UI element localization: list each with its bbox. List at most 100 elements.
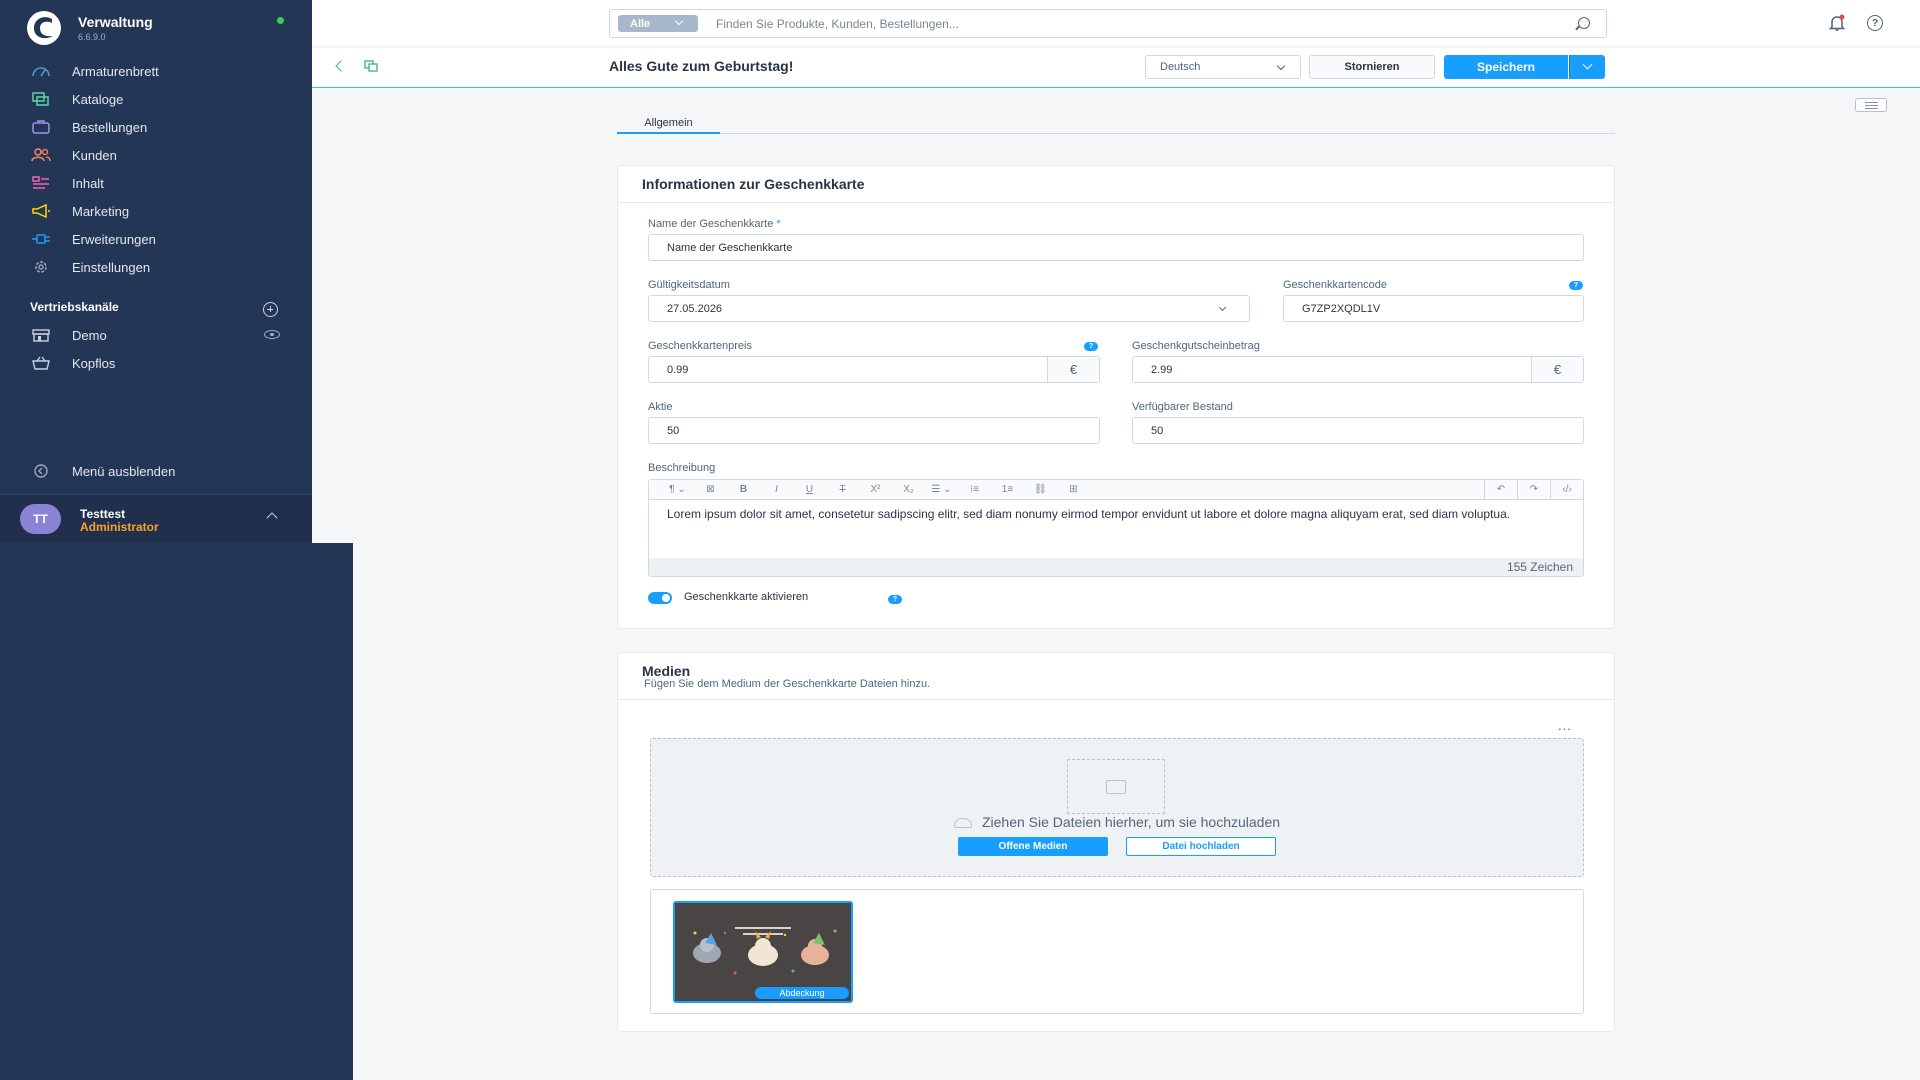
upload-file-button[interactable]: Datei hochladen — [1126, 837, 1276, 856]
main-nav: Armaturenbrett Kataloge Bestellungen Kun… — [0, 57, 312, 281]
subscript-button[interactable]: X₂ — [892, 484, 925, 495]
description-text[interactable]: Lorem ipsum dolor sit amet, consetetur s… — [649, 500, 1583, 558]
bold-button[interactable]: B — [727, 484, 760, 495]
avatar: TT — [20, 504, 61, 534]
table-button[interactable]: ⊞ — [1057, 484, 1090, 495]
sidebar-item-label: Kunden — [72, 147, 117, 163]
sidebar-item-catalogs[interactable]: Kataloge — [0, 85, 312, 113]
save-options-button[interactable] — [1569, 55, 1605, 79]
more-options-icon[interactable]: ... — [1558, 718, 1572, 733]
catalog-icon — [30, 91, 52, 107]
sidebar-toggle-icon[interactable] — [1855, 98, 1887, 112]
shopware-logo-icon — [27, 11, 61, 45]
app-title: Verwaltung — [78, 14, 153, 30]
sidebar-item-content[interactable]: Inhalt — [0, 169, 312, 197]
price-field[interactable]: 0.99 € — [648, 356, 1100, 383]
sales-channel-headless[interactable]: Kopflos — [30, 355, 115, 371]
app-version: 6.6.9.0 — [78, 32, 106, 42]
brand[interactable]: Verwaltung 6.6.9.0 — [26, 10, 153, 46]
add-sales-channel-icon[interactable] — [263, 302, 278, 317]
link-button[interactable]: ⛓ — [1024, 484, 1057, 495]
user-menu[interactable]: TT Testtest Administrator — [0, 494, 312, 543]
help-icon[interactable]: ? — [1867, 15, 1883, 31]
eye-icon[interactable] — [264, 330, 280, 339]
sidebar-item-marketing[interactable]: Marketing — [0, 197, 312, 225]
stock-field[interactable]: 50 — [648, 417, 1100, 444]
tab-general[interactable]: Allgemein — [617, 113, 720, 134]
media-title: Medien — [618, 653, 1614, 700]
valid-until-field[interactable]: 27.05.2026 — [648, 295, 1250, 322]
underline-button[interactable]: U — [793, 484, 826, 495]
available-stock-field[interactable]: 50 — [1132, 417, 1584, 444]
insert-image-button[interactable]: ⊠ — [694, 484, 727, 495]
paragraph-format-button[interactable]: ¶ ⌄ — [661, 484, 694, 495]
search-type-label: Alle — [630, 17, 651, 30]
code-view-button[interactable]: ‹/› — [1550, 480, 1583, 499]
editor-toolbar: ¶ ⌄ ⊠ B I U T X² X₂ ☰ ⌄ ⁝≡ 1≡ ⛓ ⊞ ↶ ↷ ‹/… — [649, 480, 1583, 500]
name-label: Name der Geschenkkarte * — [648, 218, 781, 230]
media-thumbnail[interactable]: Abdeckung — [673, 901, 853, 1003]
sidebar-item-label: Kataloge — [72, 91, 124, 107]
activate-label: Geschenkkarte aktivieren — [684, 591, 809, 603]
collapse-icon — [30, 463, 52, 479]
help-icon[interactable]: ? — [1569, 281, 1583, 290]
gauge-icon — [30, 63, 52, 79]
name-field[interactable]: Name der Geschenkkarte — [648, 234, 1584, 261]
cover-badge[interactable]: Abdeckung — [755, 987, 849, 999]
status-indicator — [277, 17, 284, 24]
stock-label: Aktie — [648, 401, 673, 413]
undo-button[interactable]: ↶ — [1484, 480, 1517, 499]
chevron-down-icon — [1218, 303, 1227, 312]
code-label: Geschenkkartencode — [1283, 279, 1387, 291]
smart-bar: Alles Gute zum Geburtstag! Deutsch Storn… — [312, 48, 1920, 88]
align-button[interactable]: ☰ ⌄ — [925, 484, 958, 495]
sidebar-item-label: Bestellungen — [72, 119, 148, 135]
search-input[interactable]: Finden Sie Produkte, Kunden, Bestellunge… — [716, 17, 959, 31]
media-subtitle: Fügen Sie dem Medium der Geschenkkarte D… — [644, 678, 931, 690]
valid-until-value: 27.05.2026 — [667, 302, 723, 315]
description-editor[interactable]: ¶ ⌄ ⊠ B I U T X² X₂ ☰ ⌄ ⁝≡ 1≡ ⛓ ⊞ ↶ ↷ ‹/… — [648, 479, 1584, 577]
code-field[interactable]: G7ZP2XQDL1V — [1283, 295, 1584, 322]
save-button[interactable]: Speichern — [1444, 55, 1568, 79]
superscript-button[interactable]: X² — [859, 484, 892, 495]
back-icon[interactable] — [335, 60, 347, 72]
storefront-icon — [30, 327, 52, 343]
bell-icon[interactable] — [1828, 14, 1846, 32]
sidebar-item-extensions[interactable]: Erweiterungen — [0, 225, 312, 253]
bullet-list-button[interactable]: ⁝≡ — [958, 484, 991, 495]
search-icon[interactable] — [1578, 17, 1590, 29]
upload-dropzone[interactable]: Ziehen Sie Dateien hierher, um sie hochz… — [650, 738, 1584, 877]
currency-suffix: € — [1531, 357, 1583, 382]
sidebar-item-label: Inhalt — [72, 175, 104, 191]
open-media-button[interactable]: Offene Medien — [958, 837, 1108, 856]
page-title: Alles Gute zum Geburtstag! — [609, 58, 794, 74]
user-name: Testtest — [80, 507, 126, 521]
voucher-field[interactable]: 2.99 € — [1132, 356, 1584, 383]
hide-menu-button[interactable]: Menü ausblenden — [30, 463, 175, 479]
sidebar-item-label: Erweiterungen — [72, 231, 156, 247]
valid-until-label: Gültigkeitsdatum — [648, 279, 730, 291]
sidebar-item-orders[interactable]: Bestellungen — [0, 113, 312, 141]
sidebar-item-settings[interactable]: Einstellungen — [0, 253, 312, 281]
duplicate-icon[interactable] — [364, 60, 378, 72]
hide-menu-label: Menü ausblenden — [72, 463, 176, 479]
activate-toggle[interactable] — [648, 592, 672, 604]
italic-button[interactable]: I — [760, 484, 793, 495]
description-label: Beschreibung — [648, 462, 716, 474]
sales-channel-demo[interactable]: Demo — [30, 327, 107, 343]
language-select[interactable]: Deutsch — [1145, 55, 1301, 79]
dropzone-label: Ziehen Sie Dateien hierher, um sie hochz… — [981, 814, 1281, 830]
currency-suffix: € — [1047, 357, 1099, 382]
help-icon[interactable]: ? — [1084, 342, 1098, 351]
sidebar: Verwaltung 6.6.9.0 Armaturenbrett Katalo… — [0, 0, 312, 543]
cancel-button[interactable]: Stornieren — [1309, 55, 1435, 79]
sidebar-item-customers[interactable]: Kunden — [0, 141, 312, 169]
search-type-select[interactable]: Alle — [618, 15, 698, 32]
image-icon — [1106, 780, 1126, 794]
strikethrough-button[interactable]: T — [826, 484, 859, 495]
global-search[interactable]: Alle Finden Sie Produkte, Kunden, Bestel… — [609, 9, 1607, 38]
redo-button[interactable]: ↷ — [1517, 480, 1550, 499]
numbered-list-button[interactable]: 1≡ — [991, 484, 1024, 495]
help-icon[interactable]: ? — [888, 595, 902, 604]
sidebar-item-dashboard[interactable]: Armaturenbrett — [0, 57, 312, 85]
